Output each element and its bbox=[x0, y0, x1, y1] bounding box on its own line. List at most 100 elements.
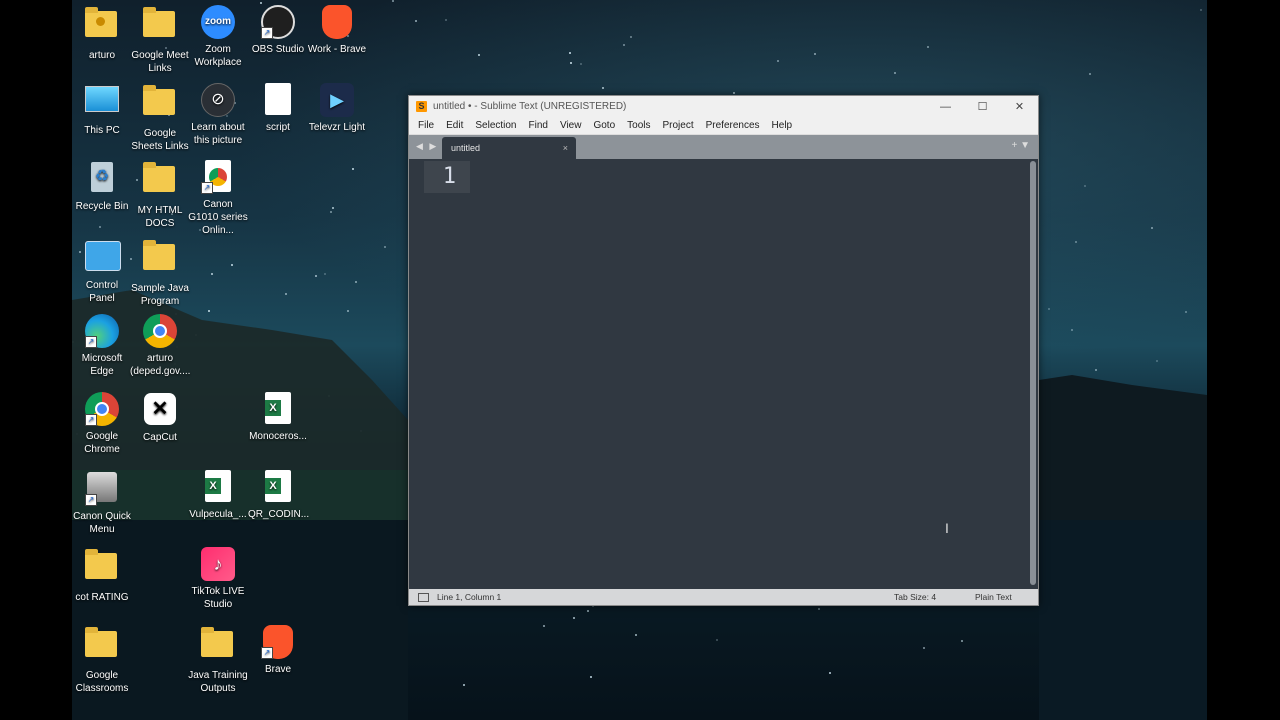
menu-selection[interactable]: Selection bbox=[469, 120, 522, 131]
menu-preferences[interactable]: Preferences bbox=[700, 120, 766, 131]
desktop-icon-arturo-deped[interactable]: arturo (deped.gov.... bbox=[130, 314, 190, 378]
tab-size-selector[interactable]: Tab Size: 4 bbox=[894, 589, 936, 605]
desktop-icon-label: MY HTML DOCS bbox=[137, 205, 183, 229]
user-folder-icon bbox=[85, 7, 119, 45]
folder-icon bbox=[85, 549, 119, 587]
desktop-icon-monoceros[interactable]: X Monoceros... bbox=[248, 392, 308, 443]
window-title: untitled • - Sublime Text (UNREGISTERED) bbox=[433, 101, 627, 112]
desktop-icon-canon-g1010[interactable]: ↗ Canon G1010 series Onlin... bbox=[188, 160, 248, 237]
desktop-icon-microsoft-edge[interactable]: ↗ Microsoft Edge bbox=[72, 314, 132, 378]
desktop-icon-label: CapCut bbox=[143, 432, 177, 443]
desktop-icon-google-sheets-links[interactable]: Google Sheets Links bbox=[130, 83, 190, 153]
tab-nav-arrows-icon[interactable]: ◀ ▶ bbox=[416, 141, 438, 152]
desktop-icon-vulpecula[interactable]: X Vulpecula_... bbox=[188, 470, 248, 521]
minimize-button[interactable]: — bbox=[927, 101, 964, 113]
desktop-icon-label: Google Sheets Links bbox=[131, 128, 189, 152]
desktop-icon-label: cot RATING bbox=[75, 592, 129, 603]
chrome-icon bbox=[143, 314, 177, 348]
desktop-icon-work-brave[interactable]: Work - Brave bbox=[307, 5, 367, 56]
desktop-icon-arturo[interactable]: arturo bbox=[72, 5, 132, 62]
desktop-icon-label: Google Classrooms bbox=[75, 670, 129, 694]
menu-bar: File Edit Selection Find View Goto Tools… bbox=[409, 117, 1038, 135]
close-button[interactable]: ✕ bbox=[1001, 100, 1038, 113]
chrome-icon: ↗ bbox=[201, 160, 235, 194]
tab-close-icon[interactable]: × bbox=[563, 137, 568, 159]
zoom-icon: zoom bbox=[201, 5, 235, 39]
desktop-icon-capcut[interactable]: ✕ CapCut bbox=[130, 392, 190, 444]
menu-tools[interactable]: Tools bbox=[621, 120, 656, 131]
excel-icon: X bbox=[201, 470, 235, 504]
menu-project[interactable]: Project bbox=[657, 120, 700, 131]
title-bar[interactable]: S untitled • - Sublime Text (UNREGISTERE… bbox=[409, 96, 1038, 117]
control-panel-icon bbox=[85, 241, 121, 275]
desktop-icon-script[interactable]: script bbox=[248, 83, 308, 134]
desktop-icon-label: arturo (deped.gov.... bbox=[130, 353, 191, 377]
desktop-icon-brave[interactable]: ↗ Brave bbox=[248, 625, 308, 676]
desktop-icon-label: Brave bbox=[264, 664, 292, 675]
folder-icon bbox=[201, 627, 235, 665]
desktop-icon-this-pc[interactable]: This PC bbox=[72, 83, 132, 137]
tab-actions-icon[interactable]: + ▼ bbox=[1011, 140, 1030, 151]
learn-icon: ⊘ bbox=[201, 83, 235, 117]
folder-icon bbox=[143, 162, 177, 200]
televzr-icon: ▶ bbox=[320, 83, 354, 117]
menu-find[interactable]: Find bbox=[523, 120, 554, 131]
desktop-icon-cot-rating[interactable]: cot RATING bbox=[72, 547, 132, 604]
folder-icon bbox=[143, 240, 177, 278]
tiktok-icon: ♪ bbox=[201, 547, 235, 581]
menu-help[interactable]: Help bbox=[766, 120, 799, 131]
desktop-icon-recycle-bin[interactable]: ♻ Recycle Bin bbox=[72, 160, 132, 213]
desktop-icon-tiktok-live[interactable]: ♪ TikTok LIVE Studio bbox=[188, 547, 248, 611]
menu-goto[interactable]: Goto bbox=[587, 120, 621, 131]
sublime-text-window[interactable]: S untitled • - Sublime Text (UNREGISTERE… bbox=[408, 95, 1039, 606]
vertical-scrollbar[interactable] bbox=[1030, 161, 1036, 585]
edge-icon: ↗ bbox=[85, 314, 119, 348]
desktop-icon-label: Learn about this picture bbox=[191, 122, 245, 146]
desktop-icon-label: Control Panel bbox=[85, 280, 119, 304]
syntax-selector[interactable]: Plain Text bbox=[975, 589, 1012, 605]
desktop-icon-canon-quick-menu[interactable]: ↗ Canon Quick Menu bbox=[72, 470, 132, 536]
desktop-icon-obs-studio[interactable]: ↗ OBS Studio bbox=[248, 5, 308, 56]
desktop-icon-label: arturo bbox=[88, 50, 116, 61]
desktop-icon-java-training-outputs[interactable]: Java Training Outputs bbox=[188, 625, 248, 695]
line-number: 1 bbox=[424, 161, 470, 193]
desktop-icon-televzr-light[interactable]: ▶ Televzr Light bbox=[307, 83, 367, 134]
desktop-icon-control-panel[interactable]: Control Panel bbox=[72, 238, 132, 305]
tab-bar: ◀ ▶ untitled × + ▼ bbox=[409, 135, 1038, 159]
sublime-logo-icon: S bbox=[416, 101, 427, 112]
document-icon bbox=[261, 83, 295, 117]
desktop-icon-zoom-workplace[interactable]: zoom Zoom Workplace bbox=[188, 5, 248, 69]
editor-area[interactable]: 1 I bbox=[409, 159, 1030, 589]
desktop-icon-label: TikTok LIVE Studio bbox=[191, 586, 245, 610]
tab-untitled[interactable]: untitled × bbox=[442, 137, 576, 159]
desktop-icon-learn-about-picture[interactable]: ⊘ Learn about this picture bbox=[188, 83, 248, 147]
folder-icon bbox=[143, 85, 177, 123]
desktop-icon-label: Google Chrome bbox=[84, 431, 120, 455]
tab-label: untitled bbox=[451, 143, 481, 153]
cursor-position: Line 1, Column 1 bbox=[437, 592, 502, 602]
monitor-icon bbox=[85, 86, 119, 120]
folder-icon bbox=[85, 627, 119, 665]
desktop-icon-label: Google Meet Links bbox=[131, 50, 189, 74]
sidebar-toggle-icon[interactable] bbox=[418, 593, 429, 602]
menu-view[interactable]: View bbox=[554, 120, 588, 131]
desktop-icon-google-meet-links[interactable]: Google Meet Links bbox=[130, 5, 190, 75]
desktop-icon-label: Televzr Light bbox=[308, 122, 366, 133]
desktop-icon-label: Zoom Workplace bbox=[194, 44, 242, 68]
desktop-icon-label: Canon G1010 series Onlin... bbox=[188, 199, 248, 236]
maximize-button[interactable]: ☐ bbox=[964, 100, 1001, 113]
recycle-bin-icon: ♻ bbox=[85, 162, 119, 196]
menu-edit[interactable]: Edit bbox=[440, 120, 469, 131]
desktop-icon-my-html-docs[interactable]: MY HTML DOCS bbox=[130, 160, 190, 230]
status-bar: Line 1, Column 1 Tab Size: 4 Plain Text bbox=[409, 589, 1038, 605]
desktop-icon-label: Sample Java Program bbox=[131, 283, 189, 307]
menu-file[interactable]: File bbox=[412, 120, 440, 131]
desktop-icon-label: Monoceros... bbox=[249, 431, 307, 442]
desktop-icon-label: This PC bbox=[84, 125, 120, 136]
folder-icon bbox=[143, 7, 177, 45]
desktop-icon-sample-java-program[interactable]: Sample Java Program bbox=[130, 238, 190, 308]
desktop-icon-label: Work - Brave bbox=[307, 44, 367, 55]
desktop-icon-google-chrome[interactable]: ↗ Google Chrome bbox=[72, 392, 132, 456]
desktop-icon-qr-coding[interactable]: X QR_CODIN... bbox=[248, 470, 309, 521]
desktop-icon-google-classrooms[interactable]: Google Classrooms bbox=[72, 625, 132, 695]
